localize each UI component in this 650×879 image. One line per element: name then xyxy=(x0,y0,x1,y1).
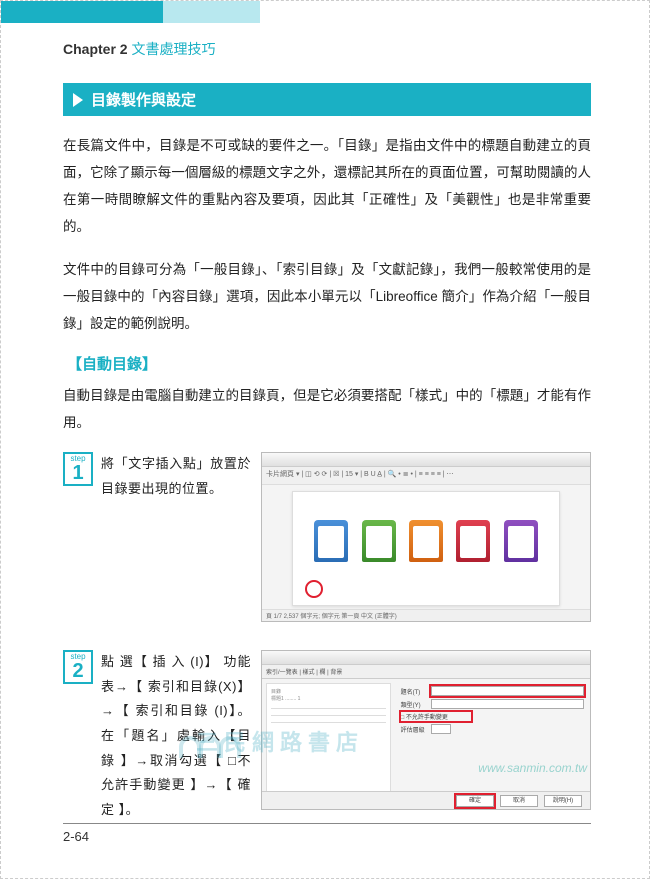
dialog-button-bar: 確定 取消 說明(H) xyxy=(262,791,590,809)
manual-change-checkbox: □ 不允許手動變更 xyxy=(401,712,471,721)
step-1-text: 將「文字插入點」放置於目錄要出現的位置。 xyxy=(101,452,251,501)
impress-icon xyxy=(409,520,443,562)
chapter-label: Chapter 2 xyxy=(63,41,128,57)
app-icons-row xyxy=(293,520,559,562)
section-title: 目錄製作與設定 xyxy=(91,89,196,110)
preview-pane: 目錄 標題1 ........ 1 xyxy=(266,683,391,803)
dialog-panes: 目錄 標題1 ........ 1 題名(T) 類型(Y) □ 不允許 xyxy=(262,679,590,807)
cursor-highlight-circle xyxy=(305,580,323,598)
section-heading: 目錄製作與設定 xyxy=(63,83,591,116)
footer-rule xyxy=(63,823,591,824)
step-2: step 2 點 選【 插 入 (I)】 功能表→【 索引和目錄(X)】→【 索… xyxy=(63,650,591,823)
page-number: 2-64 xyxy=(63,829,89,844)
ok-button: 確定 xyxy=(456,795,494,807)
sub-body: 自動目錄是由電腦自動建立的目錄頁，但是它必須要搭配「樣式」中的「標題」才能有作用… xyxy=(63,382,591,436)
document-area xyxy=(292,491,560,606)
draw-icon xyxy=(456,520,490,562)
type-select xyxy=(431,699,584,709)
calc-icon xyxy=(362,520,396,562)
paragraph-2: 文件中的目錄可分為「一般目錄」、「索引目錄」及「文獻記錄」，我們一般較常使用的是… xyxy=(63,256,591,337)
title-input xyxy=(431,686,584,696)
writer-icon xyxy=(314,520,348,562)
dialog-tabs: 索引/一覽表 | 樣式 | 欄 | 背景 xyxy=(262,665,590,679)
screenshot-index-dialog: 索引/一覽表 | 樣式 | 欄 | 背景 目錄 標題1 ........ 1 題… xyxy=(261,650,591,810)
statusbar: 頁 1/7 2,537 個字元; 個字元 第一頁 中文 (正體字) xyxy=(262,609,590,621)
step-1: step 1 將「文字插入點」放置於目錄要出現的位置。 卡片網頁 ▾ | ◫ ⟲… xyxy=(63,452,591,622)
chapter-heading: Chapter 2 文書處理技巧 xyxy=(63,39,591,59)
step-badge-2: step 2 xyxy=(63,650,93,684)
step-2-text: 點 選【 插 入 (I)】 功能表→【 索引和目錄(X)】→【 索引和目錄 (I… xyxy=(101,650,251,823)
toolbar: 卡片網頁 ▾ | ◫ ⟲ ⟳ | ☒ | 15 ▾ | B U A̲ | 🔍 •… xyxy=(262,467,590,485)
titlebar xyxy=(262,453,590,467)
help-button: 說明(H) xyxy=(544,795,582,807)
page-content: Chapter 2 文書處理技巧 目錄製作與設定 在長篇文件中，目錄是不可或缺的… xyxy=(1,1,649,823)
paragraph-1: 在長篇文件中，目錄是不可或缺的要件之一。「目錄」是指由文件中的標題自動建立的頁面… xyxy=(63,132,591,240)
dialog-titlebar xyxy=(262,651,590,665)
step-badge-1: step 1 xyxy=(63,452,93,486)
cancel-button: 取消 xyxy=(500,795,538,807)
screenshot-writer-window: 卡片網頁 ▾ | ◫ ⟲ ⟳ | ☒ | 15 ▾ | B U A̲ | 🔍 •… xyxy=(261,452,591,622)
type-field-row: 類型(Y) xyxy=(401,699,584,709)
arrow-icon xyxy=(73,93,83,107)
sub-heading: 【自動目錄】 xyxy=(67,353,591,374)
form-pane: 題名(T) 類型(Y) □ 不允許手動變更 評估層級 xyxy=(395,679,590,807)
page-tab-strip xyxy=(1,1,649,23)
title-field-row: 題名(T) xyxy=(401,686,584,696)
base-icon xyxy=(504,520,538,562)
chapter-title: 文書處理技巧 xyxy=(131,41,215,57)
